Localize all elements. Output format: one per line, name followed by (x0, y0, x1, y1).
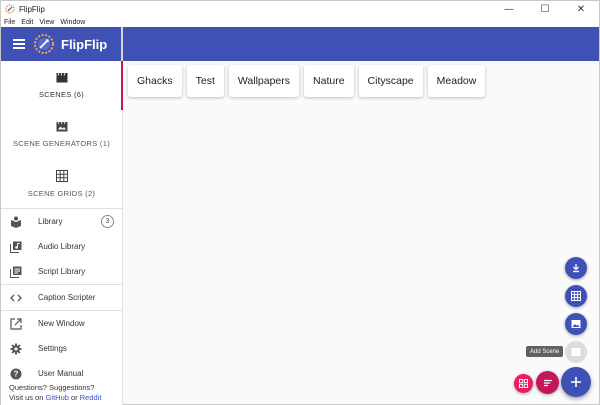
open-in-new-icon (10, 317, 22, 330)
sidebar-item-label: New Window (38, 319, 85, 328)
sidebar-item-label: Library (38, 217, 63, 226)
code-icon (10, 292, 22, 304)
shuffle-grid-icon (519, 379, 528, 388)
download-icon (573, 264, 579, 273)
footer-links: Visit us on GitHub or Reddit (9, 393, 121, 403)
script-library-icon (10, 266, 22, 278)
sidebar: SCENES (6) SCENE GENERATORS (1) SCENE GR… (1, 61, 123, 405)
maximize-button[interactable]: ☐ (527, 1, 563, 17)
plus-icon (571, 377, 581, 387)
import-button[interactable] (565, 257, 587, 279)
sidebar-item-script-library[interactable]: Script Library (1, 259, 122, 284)
scene-chip-meadow[interactable]: Meadow (427, 65, 486, 97)
sidebar-item-scenes[interactable]: SCENES (6) (1, 61, 123, 110)
sidebar-item-scene-grids[interactable]: SCENE GRIDS (2) (1, 159, 122, 208)
sidebar-item-label: User Manual (38, 369, 84, 378)
window-controls: — ☐ ✕ (491, 1, 599, 17)
scene-generator-icon (571, 320, 581, 328)
scene-chip-cityscape[interactable]: Cityscape (358, 65, 423, 97)
sidebar-item-label: Caption Scripter (38, 293, 96, 302)
audio-library-icon (10, 241, 22, 253)
sidebar-item-label: Settings (38, 344, 67, 353)
scene-chip-test[interactable]: Test (186, 65, 224, 97)
scene-generator-icon (56, 121, 67, 132)
library-count-badge: 3 (101, 215, 114, 228)
close-button[interactable]: ✕ (563, 1, 599, 17)
gear-icon (10, 343, 22, 355)
flipflip-logo-icon (34, 34, 54, 54)
scene-chip-nature[interactable]: Nature (304, 65, 354, 97)
sidebar-item-caption-scripter[interactable]: Caption Scripter (1, 285, 122, 310)
menu-bar: File Edit View Window (1, 17, 599, 27)
sidebar-item-new-window[interactable]: New Window (1, 311, 122, 336)
sidebar-item-label: SCENES (6) (38, 90, 85, 99)
sidebar-item-library[interactable]: Library 3 (1, 209, 122, 234)
app-brand: FlipFlip (61, 36, 108, 52)
sidebar-item-label: Script Library (38, 267, 86, 276)
menu-edit[interactable]: Edit (21, 19, 33, 26)
add-scene-tooltip: Add Scene (526, 346, 564, 357)
app-logo-icon (5, 4, 15, 14)
sidebar-item-scene-generators[interactable]: SCENE GENERATORS (1) (1, 110, 122, 159)
add-scene-button[interactable] (565, 341, 587, 363)
scene-chip-wallpapers[interactable]: Wallpapers (228, 65, 300, 97)
app-window: FlipFlip — ☐ ✕ File Edit View Window Fli… (0, 0, 600, 405)
sidebar-item-label: SCENE GENERATORS (1) (13, 139, 110, 148)
add-button[interactable] (561, 367, 591, 397)
window-title: FlipFlip (19, 4, 45, 14)
add-scene-grid-button[interactable] (565, 285, 587, 307)
sidebar-item-audio-library[interactable]: Audio Library (1, 234, 122, 259)
reddit-link[interactable]: Reddit (80, 393, 102, 402)
sort-icon (543, 379, 552, 386)
scene-list: Ghacks Test Wallpapers Nature Cityscape … (128, 65, 490, 97)
menu-icon[interactable] (13, 39, 25, 49)
drawer-header: FlipFlip (1, 27, 123, 61)
menu-window[interactable]: Window (60, 19, 85, 26)
sidebar-footer: Questions? Suggestions? Visit us on GitH… (9, 383, 121, 403)
library-icon (10, 216, 22, 228)
grid-icon (571, 291, 581, 301)
scene-chip-ghacks[interactable]: Ghacks (128, 65, 182, 97)
menu-view[interactable]: View (39, 19, 54, 26)
grid-icon (55, 169, 68, 182)
sidebar-item-settings[interactable]: Settings (1, 336, 122, 361)
minimize-button[interactable]: — (491, 1, 527, 17)
svg-text:?: ? (14, 369, 19, 378)
movie-clapper-icon (56, 72, 67, 83)
footer-prefix: Visit us on (9, 393, 46, 402)
sidebar-item-label: Audio Library (38, 242, 86, 251)
footer-question: Questions? Suggestions? (9, 383, 95, 392)
github-link[interactable]: GitHub (46, 393, 69, 402)
sidebar-item-label: SCENE GRIDS (2) (27, 188, 96, 198)
title-bar: FlipFlip — ☐ ✕ (1, 1, 599, 17)
sort-button[interactable] (536, 371, 559, 394)
movie-clapper-icon (571, 348, 581, 356)
footer-mid: or (68, 393, 80, 402)
help-icon: ? (10, 368, 22, 380)
add-scene-generator-button[interactable] (565, 313, 587, 335)
menu-file[interactable]: File (4, 19, 15, 26)
random-scene-button[interactable] (514, 374, 533, 393)
